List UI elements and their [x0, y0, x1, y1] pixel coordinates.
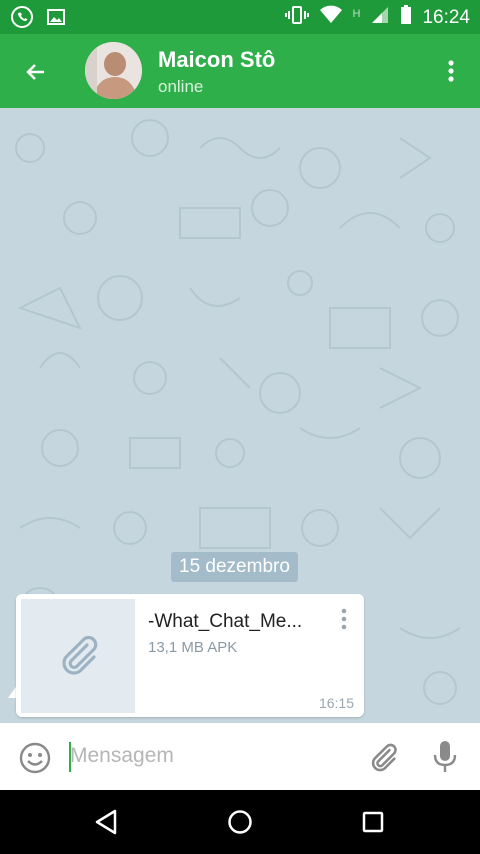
emoji-button[interactable] [18, 741, 52, 775]
chat-area[interactable]: 15 dezembro -What_Chat_Me... 13,1 MB APK… [0, 108, 480, 723]
message-input-bar [0, 723, 480, 790]
back-nav-icon [95, 809, 117, 835]
smiley-icon [19, 742, 51, 774]
avatar[interactable] [85, 42, 142, 99]
date-separator: 15 dezembro [171, 552, 298, 582]
vibrate-icon [284, 5, 309, 30]
status-bar: H 16:24 [0, 0, 480, 34]
paperclip-icon [62, 635, 98, 675]
chat-header: Maicon Stô online [0, 34, 480, 108]
file-size-type: 13,1 MB APK [148, 639, 238, 656]
file-message-bubble[interactable]: -What_Chat_Me... 13,1 MB APK 16:15 [16, 594, 364, 717]
wifi-icon [319, 5, 343, 30]
recents-nav-icon [362, 811, 384, 833]
file-name: -What_Chat_Me... [148, 611, 303, 632]
nav-recents-button[interactable] [355, 804, 391, 840]
file-options-button[interactable] [336, 604, 352, 634]
more-vert-icon [448, 60, 454, 82]
nav-home-button[interactable] [222, 804, 258, 840]
message-input[interactable] [70, 737, 350, 775]
contact-status: online [158, 77, 204, 96]
whatsapp-icon [10, 5, 34, 34]
battery-icon [400, 5, 412, 30]
network-type-label: H [352, 7, 361, 20]
more-options-button[interactable] [440, 56, 462, 86]
image-icon [46, 7, 66, 32]
avatar-photo [85, 42, 142, 99]
attach-button[interactable] [366, 741, 400, 775]
arrow-left-icon [26, 64, 44, 80]
message-time: 16:15 [318, 695, 354, 711]
paperclip-icon [371, 743, 397, 772]
contact-name[interactable]: Maicon Stô [158, 47, 275, 73]
file-attachment-thumbnail[interactable] [21, 599, 135, 713]
voice-message-button[interactable] [430, 739, 460, 775]
more-vert-icon [341, 608, 347, 630]
signal-icon [370, 5, 390, 30]
system-nav-bar [0, 790, 480, 854]
back-button[interactable] [18, 54, 54, 90]
nav-back-button[interactable] [88, 804, 124, 840]
home-nav-icon [228, 810, 252, 834]
status-time: 16:24 [422, 6, 470, 28]
microphone-icon [433, 741, 457, 772]
